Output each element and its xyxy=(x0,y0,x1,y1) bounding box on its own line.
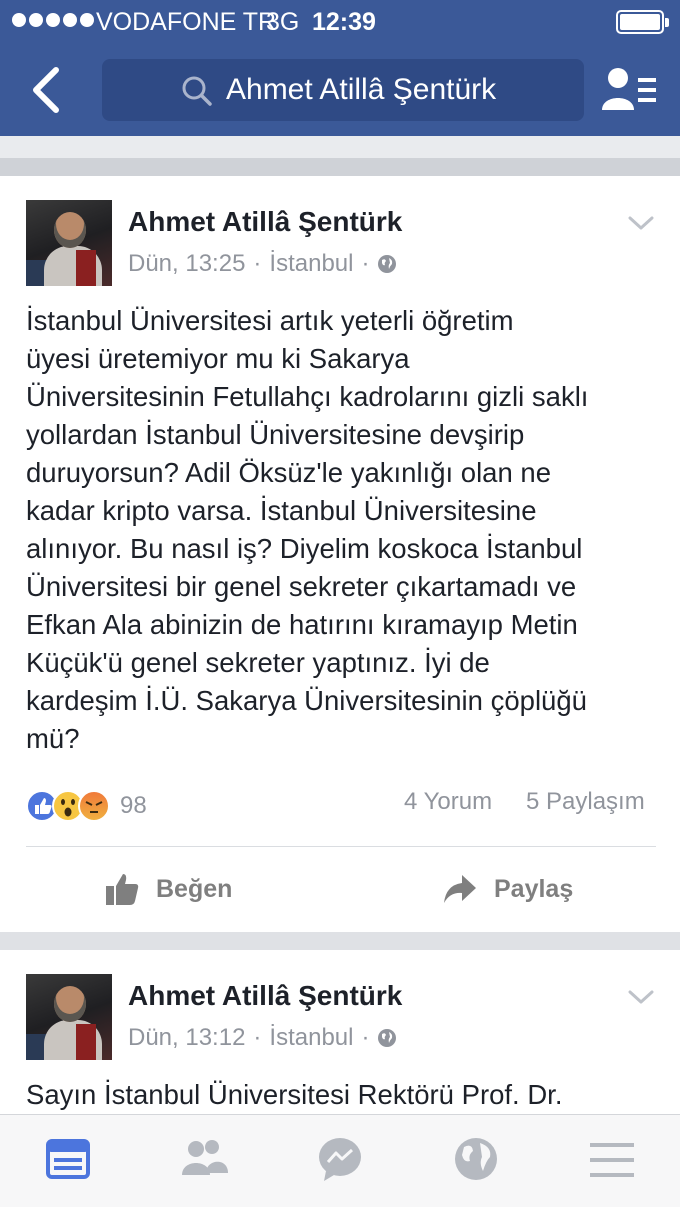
menu-icon xyxy=(590,1143,634,1177)
action-divider xyxy=(26,846,656,847)
meta-separator: · xyxy=(361,1024,370,1051)
tab-news-feed[interactable] xyxy=(40,1135,96,1185)
public-globe-icon xyxy=(378,1029,397,1047)
search-bar[interactable]: Ahmet Atillâ Şentürk xyxy=(102,59,584,121)
like-label: Beğen xyxy=(156,874,233,903)
bottom-tab-bar xyxy=(0,1114,680,1207)
author-avatar[interactable] xyxy=(26,974,112,1060)
post-location[interactable]: İstanbul xyxy=(269,250,353,278)
share-button[interactable]: Paylaş xyxy=(442,864,573,914)
post-meta: Dün, 13:12 · İstanbul · xyxy=(128,1024,397,1052)
search-icon xyxy=(182,76,212,106)
post-time[interactable]: Dün, 13:12 xyxy=(128,1024,245,1052)
comment-count[interactable]: 4 Yorum xyxy=(404,788,492,816)
chevron-down-icon[interactable] xyxy=(626,986,656,1008)
feed-top-gap xyxy=(0,136,680,158)
public-globe-icon xyxy=(378,255,397,273)
author-avatar[interactable] xyxy=(26,200,112,286)
post-text: Sayın İstanbul Üniversitesi Rektörü Prof… xyxy=(26,1079,563,1110)
feed-divider xyxy=(0,158,680,176)
post-card: Ahmet Atillâ Şentürk Dün, 13:12 · İstanb… xyxy=(0,950,680,1120)
like-button[interactable]: Beğen xyxy=(104,864,232,914)
reaction-summary[interactable]: 98 xyxy=(26,788,147,824)
share-label: Paylaş xyxy=(494,874,574,903)
back-button[interactable] xyxy=(26,64,70,116)
friend-requests-button[interactable] xyxy=(600,66,660,116)
post-author[interactable]: Ahmet Atillâ Şentürk xyxy=(128,980,402,1012)
post-meta: Dün, 13:25 · İstanbul · xyxy=(128,250,397,278)
share-count[interactable]: 5 Paylaşım xyxy=(526,788,645,816)
friends-icon xyxy=(182,1140,228,1175)
tab-messenger[interactable] xyxy=(312,1135,368,1185)
news-feed-icon xyxy=(46,1139,90,1179)
post-author[interactable]: Ahmet Atillâ Şentürk xyxy=(128,206,402,238)
thumbs-up-icon xyxy=(106,874,139,905)
share-arrow-icon xyxy=(444,875,476,903)
angry-reaction-icon xyxy=(78,790,110,822)
meta-separator: · xyxy=(253,1024,262,1051)
tab-notifications[interactable] xyxy=(448,1135,504,1185)
post-text: İstanbul Üniversitesi artık yeterli öğre… xyxy=(26,305,589,754)
chevron-down-icon[interactable] xyxy=(626,212,656,234)
search-query: Ahmet Atillâ Şentürk xyxy=(226,73,497,106)
tab-menu[interactable] xyxy=(584,1135,640,1185)
signal-strength-icon xyxy=(12,13,94,27)
post-card: Ahmet Atillâ Şentürk Dün, 13:25 · İstanb… xyxy=(0,176,680,932)
top-bar: VODAFONE TR 3G 12:39 Ahmet Atillâ Şentür… xyxy=(0,0,680,136)
reaction-count: 98 xyxy=(120,792,147,819)
tab-friends[interactable] xyxy=(176,1135,232,1185)
status-time: 12:39 xyxy=(312,8,376,36)
back-arrow-icon xyxy=(33,67,59,113)
carrier-name: VODAFONE TR xyxy=(96,8,277,36)
friends-list-icon xyxy=(602,68,656,110)
messenger-icon xyxy=(319,1138,361,1181)
status-bar: VODAFONE TR 3G 12:39 xyxy=(0,0,680,44)
network-type: 3G xyxy=(266,8,300,36)
meta-separator: · xyxy=(253,250,262,277)
notifications-globe-icon xyxy=(455,1138,497,1180)
post-time[interactable]: Dün, 13:25 xyxy=(128,250,245,278)
battery-icon xyxy=(616,10,669,34)
meta-separator: · xyxy=(361,250,370,277)
post-location[interactable]: İstanbul xyxy=(269,1024,353,1052)
